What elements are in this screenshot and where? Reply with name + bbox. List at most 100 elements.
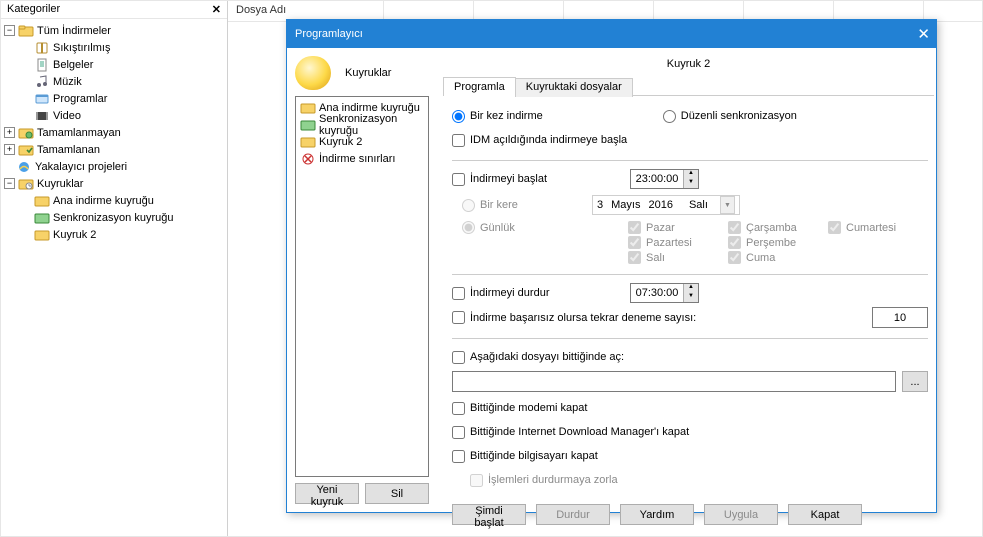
queues-listbox[interactable]: Ana indirme kuyruğu Senkronizasyon kuyru… [295, 96, 429, 477]
tree-item[interactable]: Programlar [4, 90, 224, 107]
close-button[interactable]: Kapat [788, 504, 862, 525]
tab-files[interactable]: Kuyruktaki dosyalar [515, 78, 633, 97]
retry-count-input[interactable] [872, 307, 928, 328]
queue-folder-icon [18, 176, 34, 192]
stop-time-spinner[interactable]: ▲▼ [630, 283, 699, 303]
tree-label: Senkronizasyon kuyruğu [53, 212, 173, 224]
checkbox-day-mon[interactable]: Pazartesi [628, 236, 728, 249]
date-dow: Salı [689, 199, 708, 211]
delete-queue-button[interactable]: Sil [365, 483, 429, 504]
tree-label: Ana indirme kuyruğu [53, 195, 154, 207]
category-sidebar: Kategoriler ✕ − Tüm İndirmeler Sıkıştırı… [1, 1, 228, 536]
tree-label: Video [53, 110, 81, 122]
col-header[interactable] [834, 1, 924, 21]
list-item[interactable]: Senkronizasyon kuyruğu [296, 116, 428, 133]
start-time-spinner[interactable]: ▲▼ [630, 169, 699, 189]
tree-item[interactable]: Belgeler [4, 56, 224, 73]
checkbox-start-download[interactable]: İndirmeyi başlat [452, 173, 630, 186]
checkbox-hangup[interactable]: Bittiğinde modemi kapat [452, 402, 587, 415]
collapse-icon[interactable]: − [4, 178, 15, 189]
spinner-up-icon[interactable]: ▲ [684, 284, 698, 293]
schedule-panel: Bir kez indirme Düzenli senkronizasyon I… [443, 96, 934, 525]
queues-label: Kuyruklar [345, 67, 391, 79]
close-icon[interactable]: ✕ [212, 3, 221, 16]
checkbox-exit-idm[interactable]: Bittiğinde Internet Download Manager'ı k… [452, 426, 689, 439]
close-icon[interactable]: ✕ [917, 25, 930, 43]
tree-label: Tamamlanan [37, 144, 100, 156]
expand-icon[interactable]: + [4, 127, 15, 138]
checkbox-open-file[interactable]: Aşağıdaki dosyayı bittiğinde aç: [452, 351, 624, 364]
checkbox-day-fri[interactable]: Cuma [728, 251, 828, 264]
apply-button[interactable]: Uygula [704, 504, 778, 525]
tree-item[interactable]: +Tamamlanmayan [4, 124, 224, 141]
start-now-button[interactable]: Şimdi başlat [452, 504, 526, 525]
checkbox-start-on-open[interactable]: IDM açıldığında indirmeye başla [452, 134, 627, 147]
chevron-down-icon[interactable]: ▼ [720, 196, 735, 214]
checkbox-stop-download[interactable]: İndirmeyi durdur [452, 287, 630, 300]
document-icon [34, 57, 50, 73]
selected-queue-name: Kuyruk 2 [443, 58, 934, 70]
radio-once[interactable]: Bir kez indirme [452, 110, 543, 123]
tree-queues-root[interactable]: − Kuyruklar [4, 175, 224, 192]
tree-root[interactable]: − Tüm İndirmeler [4, 22, 224, 39]
tree-item[interactable]: Yakalayıcı projeleri [4, 158, 224, 175]
tab-schedule[interactable]: Programla [443, 77, 516, 96]
date-picker[interactable]: 3 Mayıs 2016 Salı ▼ [592, 195, 740, 215]
checkbox-force[interactable]: İşlemleri durdurmaya zorla [470, 474, 618, 487]
checkbox-day-wed[interactable]: Çarşamba [728, 221, 828, 234]
item-label: Senkronizasyon kuyruğu [319, 113, 424, 137]
list-item[interactable]: İndirme sınırları [296, 150, 428, 167]
date-year: 2016 [648, 199, 672, 211]
tree-item[interactable]: Ana indirme kuyruğu [4, 192, 224, 209]
tree-label: Kuyruklar [37, 178, 83, 190]
col-header[interactable] [474, 1, 564, 21]
start-time-input[interactable] [631, 170, 683, 188]
col-header[interactable] [744, 1, 834, 21]
help-button[interactable]: Yardım [620, 504, 694, 525]
tree-label: Sıkıştırılmış [53, 42, 110, 54]
spinner-down-icon[interactable]: ▼ [684, 179, 698, 188]
video-icon [34, 108, 50, 124]
tree-item[interactable]: Video [4, 107, 224, 124]
dialog-titlebar[interactable]: Programlayıcı ✕ [287, 20, 936, 48]
checkbox-day-tue[interactable]: Salı [628, 251, 728, 264]
radio-one-time[interactable]: Bir kere [462, 199, 592, 212]
checkbox-retry[interactable]: İndirme başarısız olursa tekrar deneme s… [452, 311, 872, 324]
expand-icon[interactable]: + [4, 144, 15, 155]
checkbox-shutdown[interactable]: Bittiğinde bilgisayarı kapat [452, 450, 598, 463]
open-file-input[interactable] [452, 371, 896, 392]
browse-button[interactable]: ... [902, 371, 928, 392]
checkbox-day-sat[interactable]: Cumartesi [828, 221, 928, 234]
item-label: İndirme sınırları [319, 153, 395, 165]
tree-item[interactable]: Müzik [4, 73, 224, 90]
radio-periodic[interactable]: Düzenli senkronizasyon [663, 110, 797, 123]
queue-icon [34, 227, 50, 243]
date-day: 3 [597, 199, 603, 211]
checkbox-day-sun[interactable]: Pazar [628, 221, 728, 234]
stop-time-input[interactable] [631, 284, 683, 302]
stop-button[interactable]: Durdur [536, 504, 610, 525]
dialog-title: Programlayıcı [295, 28, 363, 40]
col-header-filename[interactable]: Dosya Adı [228, 1, 384, 21]
tree-item[interactable]: Kuyruk 2 [4, 226, 224, 243]
music-icon [34, 74, 50, 90]
col-header[interactable] [564, 1, 654, 21]
tree-item[interactable]: Sıkıştırılmış [4, 39, 224, 56]
tree-item[interactable]: Senkronizasyon kuyruğu [4, 209, 224, 226]
checkbox-day-thu[interactable]: Perşembe [728, 236, 828, 249]
folder-icon [18, 23, 34, 39]
sync-queue-icon [34, 210, 50, 226]
radio-daily[interactable]: Günlük [462, 221, 540, 234]
col-header[interactable] [384, 1, 474, 21]
col-header[interactable] [654, 1, 744, 21]
tree-label: Belgeler [53, 59, 93, 71]
new-queue-button[interactable]: Yeni kuyruk [295, 483, 359, 504]
tree-item[interactable]: + Tamamlanan [4, 141, 224, 158]
date-month: Mayıs [611, 199, 640, 211]
spinner-down-icon[interactable]: ▼ [684, 293, 698, 302]
scheduler-dialog: Programlayıcı ✕ Kuyruklar Ana indirme ku… [286, 19, 937, 513]
program-icon [34, 91, 50, 107]
collapse-icon[interactable]: − [4, 25, 15, 36]
spinner-up-icon[interactable]: ▲ [684, 170, 698, 179]
tree-label: Yakalayıcı projeleri [35, 161, 127, 173]
